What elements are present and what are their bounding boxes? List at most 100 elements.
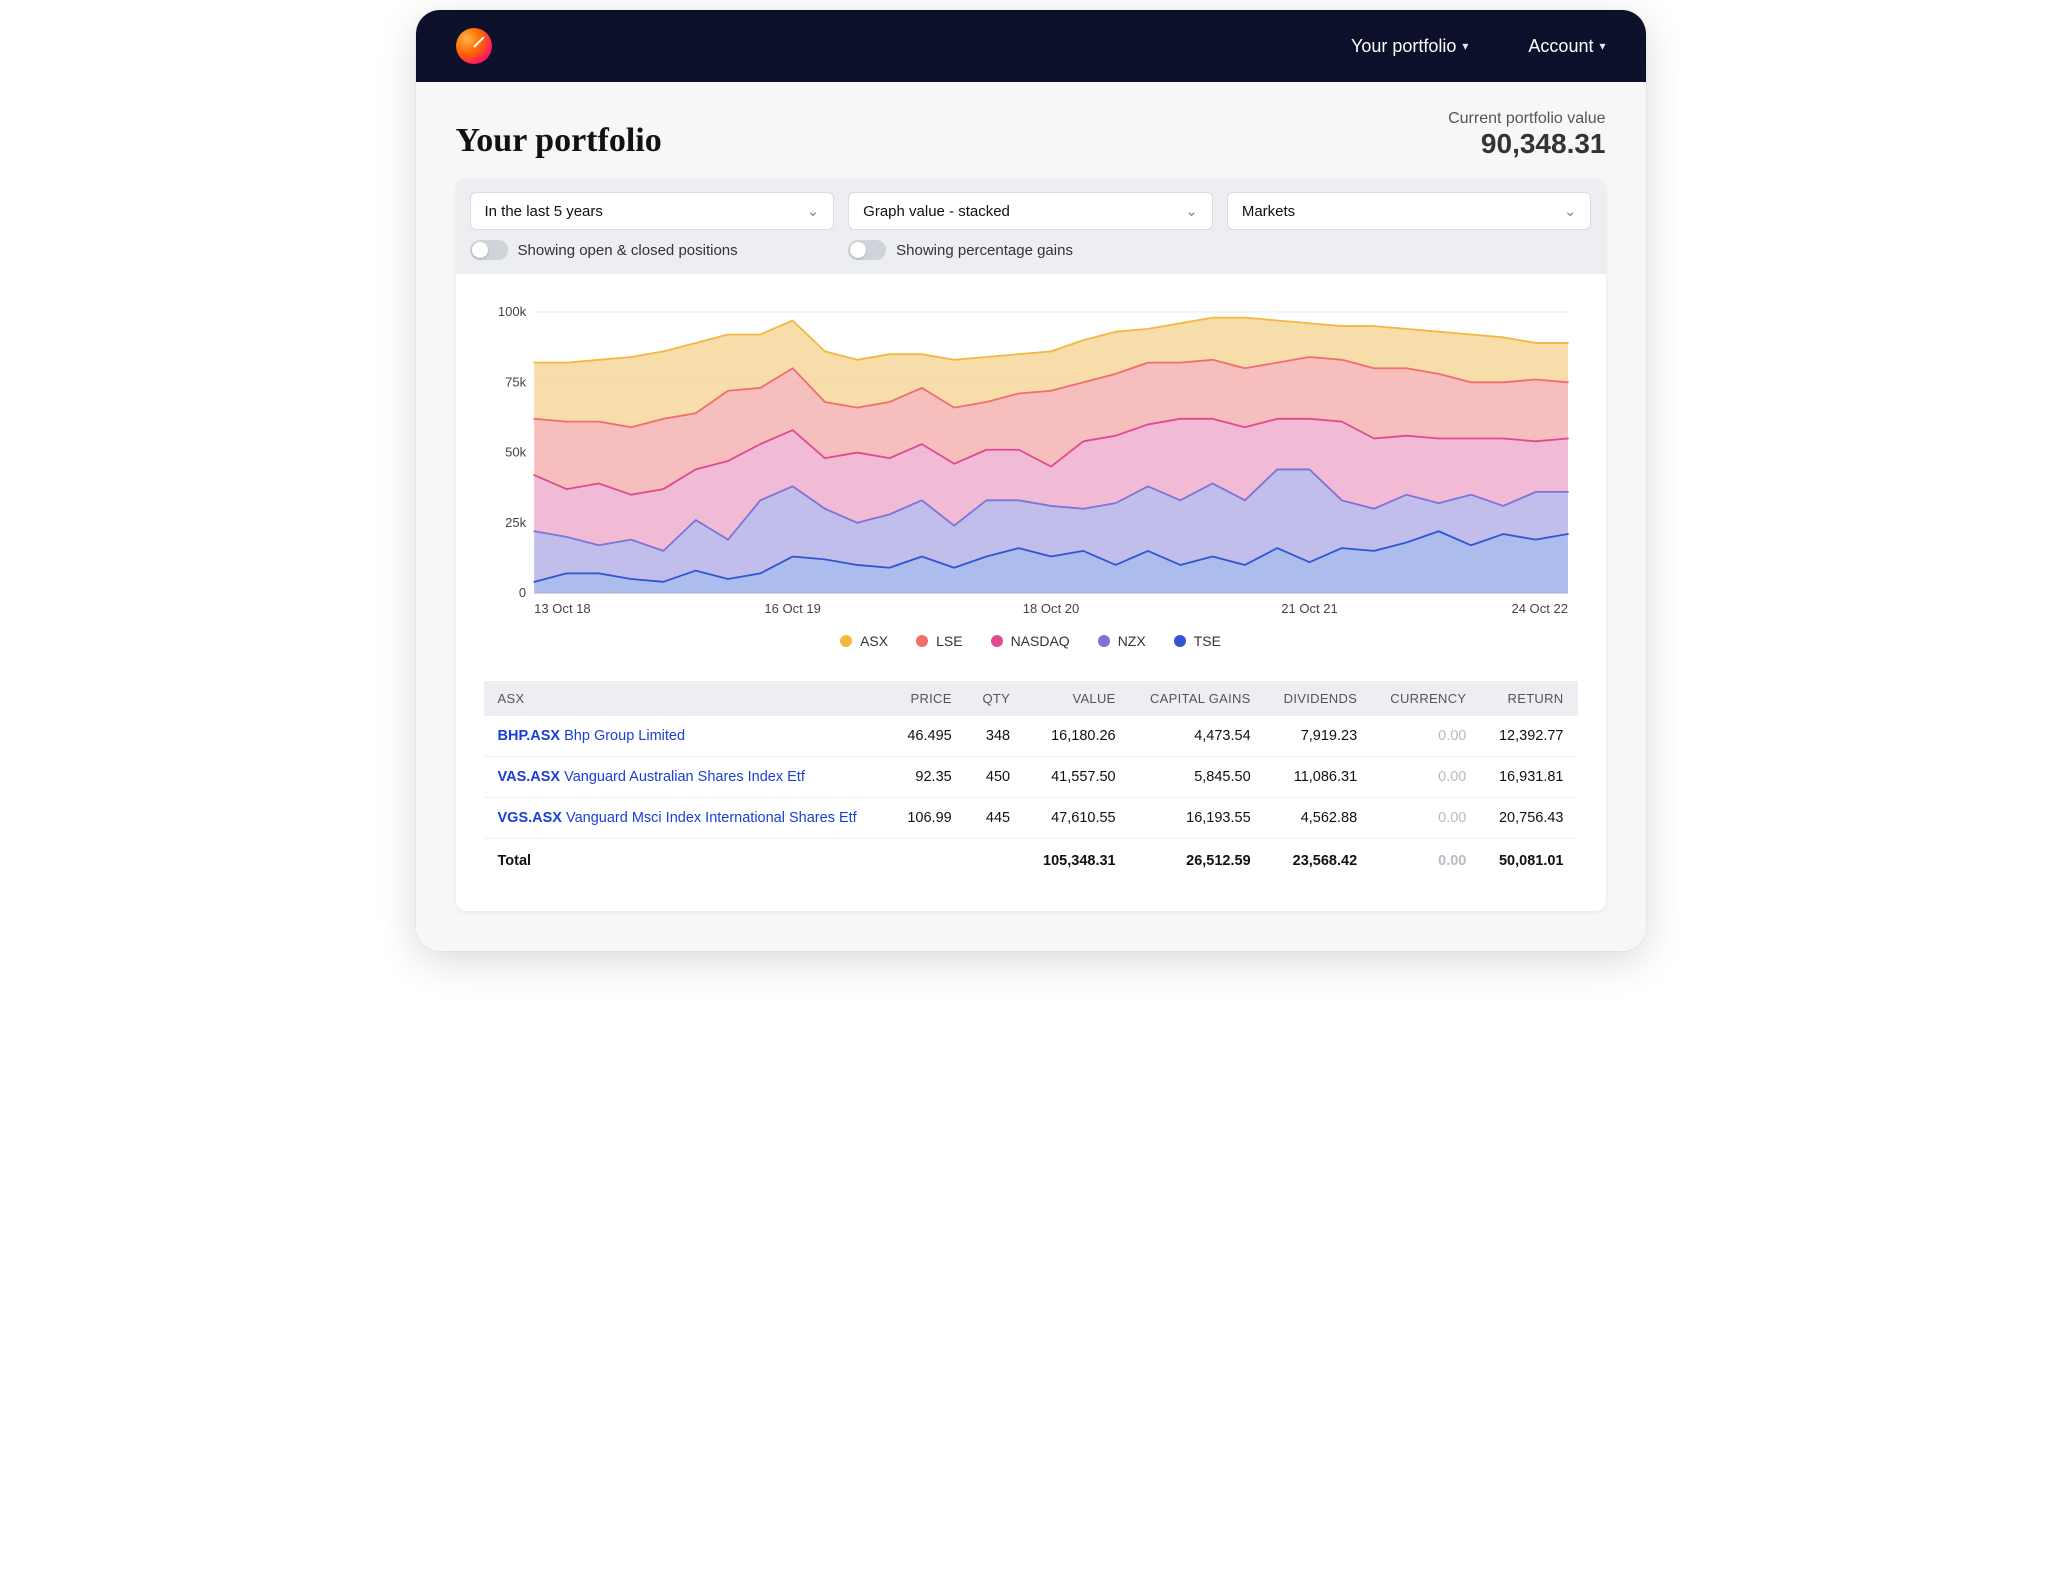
chevron-down-icon: ▾ bbox=[1462, 39, 1468, 53]
cell-dividends: 11,086.31 bbox=[1265, 757, 1372, 798]
holding-name[interactable]: Bhp Group Limited bbox=[564, 728, 685, 744]
chart-area: 025k50k75k100k13 Oct 1816 Oct 1918 Oct 2… bbox=[456, 274, 1606, 681]
cell-qty: 450 bbox=[966, 757, 1024, 798]
col-qty[interactable]: QTY bbox=[966, 681, 1024, 716]
cell-price: 92.35 bbox=[890, 757, 966, 798]
svg-text:18 Oct 20: 18 Oct 20 bbox=[1022, 601, 1079, 616]
holding-ticker-link[interactable]: BHP.ASX bbox=[498, 728, 565, 744]
holdings-section: ASXPRICEQTYVALUECAPITAL GAINSDIVIDENDSCU… bbox=[456, 681, 1606, 911]
legend-item-lse[interactable]: LSE bbox=[916, 633, 962, 649]
legend-label: NASDAQ bbox=[1011, 633, 1070, 649]
cell-capital-gains: 5,845.50 bbox=[1130, 757, 1265, 798]
cell-price: 106.99 bbox=[890, 798, 966, 839]
cell-currency: 0.00 bbox=[1371, 798, 1480, 839]
total-currency: 0.00 bbox=[1371, 839, 1480, 884]
chevron-down-icon: ⌄ bbox=[1564, 202, 1577, 220]
svg-text:50k: 50k bbox=[505, 445, 526, 460]
select-grouping-value: Markets bbox=[1242, 203, 1295, 220]
total-dividends: 23,568.42 bbox=[1265, 839, 1372, 884]
table-row: VAS.ASX Vanguard Australian Shares Index… bbox=[484, 757, 1578, 798]
holding-ticker-link[interactable]: VGS.ASX bbox=[498, 810, 567, 826]
legend-dot-icon bbox=[991, 635, 1003, 647]
total-capital-gains: 26,512.59 bbox=[1130, 839, 1265, 884]
cell-value: 47,610.55 bbox=[1024, 798, 1130, 839]
kpi-label: Current portfolio value bbox=[1448, 110, 1605, 128]
toggle-positions-label: Showing open & closed positions bbox=[518, 242, 738, 259]
svg-text:100k: 100k bbox=[497, 304, 526, 319]
legend-dot-icon bbox=[916, 635, 928, 647]
kpi-value: 90,348.31 bbox=[1448, 128, 1605, 160]
legend-label: ASX bbox=[860, 633, 888, 649]
cell-dividends: 7,919.23 bbox=[1265, 716, 1372, 757]
cell-qty: 348 bbox=[966, 716, 1024, 757]
col-price[interactable]: PRICE bbox=[890, 681, 966, 716]
select-graph-mode-value: Graph value - stacked bbox=[863, 203, 1010, 220]
cell-return: 12,392.77 bbox=[1480, 716, 1577, 757]
nav-account[interactable]: Account ▾ bbox=[1528, 36, 1605, 57]
empty-cell bbox=[890, 839, 966, 884]
col-return[interactable]: RETURN bbox=[1480, 681, 1577, 716]
holding-name[interactable]: Vanguard Msci Index International Shares… bbox=[566, 810, 857, 826]
holdings-total-row: Total 105,348.3126,512.5923,568.420.0050,… bbox=[484, 839, 1578, 884]
total-label: Total bbox=[484, 839, 890, 884]
page-header: Your portfolio Current portfolio value 9… bbox=[416, 82, 1646, 178]
chevron-down-icon: ▾ bbox=[1599, 39, 1605, 53]
select-time-range-value: In the last 5 years bbox=[485, 203, 603, 220]
nav-your-portfolio[interactable]: Your portfolio ▾ bbox=[1351, 36, 1468, 57]
holding-ticker-link[interactable]: VAS.ASX bbox=[498, 769, 565, 785]
table-row: VGS.ASX Vanguard Msci Index Internationa… bbox=[484, 798, 1578, 839]
svg-text:16 Oct 19: 16 Oct 19 bbox=[764, 601, 821, 616]
nav-account-label: Account bbox=[1528, 36, 1593, 57]
cell-return: 16,931.81 bbox=[1480, 757, 1577, 798]
svg-text:25k: 25k bbox=[505, 515, 526, 530]
legend-dot-icon bbox=[840, 635, 852, 647]
portfolio-value-kpi: Current portfolio value 90,348.31 bbox=[1448, 110, 1605, 160]
col-capital-gains[interactable]: CAPITAL GAINS bbox=[1130, 681, 1265, 716]
col-currency[interactable]: CURRENCY bbox=[1371, 681, 1480, 716]
cell-currency: 0.00 bbox=[1371, 757, 1480, 798]
table-row: BHP.ASX Bhp Group Limited 46.49534816,180… bbox=[484, 716, 1578, 757]
select-time-range[interactable]: In the last 5 years ⌄ bbox=[470, 192, 835, 230]
legend-label: NZX bbox=[1118, 633, 1146, 649]
total-return: 50,081.01 bbox=[1480, 839, 1577, 884]
toggle-positions[interactable] bbox=[470, 240, 508, 260]
toggle-percent-label: Showing percentage gains bbox=[896, 242, 1073, 259]
holdings-table: ASXPRICEQTYVALUECAPITAL GAINSDIVIDENDSCU… bbox=[484, 681, 1578, 883]
legend-label: TSE bbox=[1194, 633, 1221, 649]
cell-price: 46.495 bbox=[890, 716, 966, 757]
svg-text:75k: 75k bbox=[505, 374, 526, 389]
nav-your-portfolio-label: Your portfolio bbox=[1351, 36, 1456, 57]
col-value[interactable]: VALUE bbox=[1024, 681, 1130, 716]
select-grouping[interactable]: Markets ⌄ bbox=[1227, 192, 1592, 230]
legend-item-nasdaq[interactable]: NASDAQ bbox=[991, 633, 1070, 649]
app-shell: Your portfolio ▾ Account ▾ Your portfoli… bbox=[416, 10, 1646, 951]
portfolio-card: In the last 5 years ⌄ Graph value - stac… bbox=[456, 178, 1606, 911]
svg-text:24 Oct 22: 24 Oct 22 bbox=[1511, 601, 1568, 616]
legend-item-nzx[interactable]: NZX bbox=[1098, 633, 1146, 649]
legend-dot-icon bbox=[1098, 635, 1110, 647]
legend-dot-icon bbox=[1174, 635, 1186, 647]
holdings-header-row: ASXPRICEQTYVALUECAPITAL GAINSDIVIDENDSCU… bbox=[484, 681, 1578, 716]
toggle-percent[interactable] bbox=[848, 240, 886, 260]
cell-qty: 445 bbox=[966, 798, 1024, 839]
cell-value: 41,557.50 bbox=[1024, 757, 1130, 798]
empty-cell bbox=[966, 839, 1024, 884]
cell-value: 16,180.26 bbox=[1024, 716, 1130, 757]
nav-links: Your portfolio ▾ Account ▾ bbox=[1351, 36, 1606, 57]
legend-item-asx[interactable]: ASX bbox=[840, 633, 888, 649]
brand-logo-icon[interactable] bbox=[456, 28, 492, 64]
chart-legend: ASX LSE NASDAQ NZX TSE bbox=[484, 623, 1578, 671]
legend-label: LSE bbox=[936, 633, 962, 649]
select-graph-mode[interactable]: Graph value - stacked ⌄ bbox=[848, 192, 1213, 230]
total-value: 105,348.31 bbox=[1024, 839, 1130, 884]
holding-name[interactable]: Vanguard Australian Shares Index Etf bbox=[564, 769, 805, 785]
svg-text:0: 0 bbox=[518, 585, 525, 600]
cell-capital-gains: 4,473.54 bbox=[1130, 716, 1265, 757]
col-asx[interactable]: ASX bbox=[484, 681, 890, 716]
content: In the last 5 years ⌄ Graph value - stac… bbox=[416, 178, 1646, 951]
legend-item-tse[interactable]: TSE bbox=[1174, 633, 1221, 649]
svg-text:21 Oct 21: 21 Oct 21 bbox=[1281, 601, 1338, 616]
col-dividends[interactable]: DIVIDENDS bbox=[1265, 681, 1372, 716]
cell-dividends: 4,562.88 bbox=[1265, 798, 1372, 839]
chevron-down-icon: ⌄ bbox=[1185, 202, 1198, 220]
